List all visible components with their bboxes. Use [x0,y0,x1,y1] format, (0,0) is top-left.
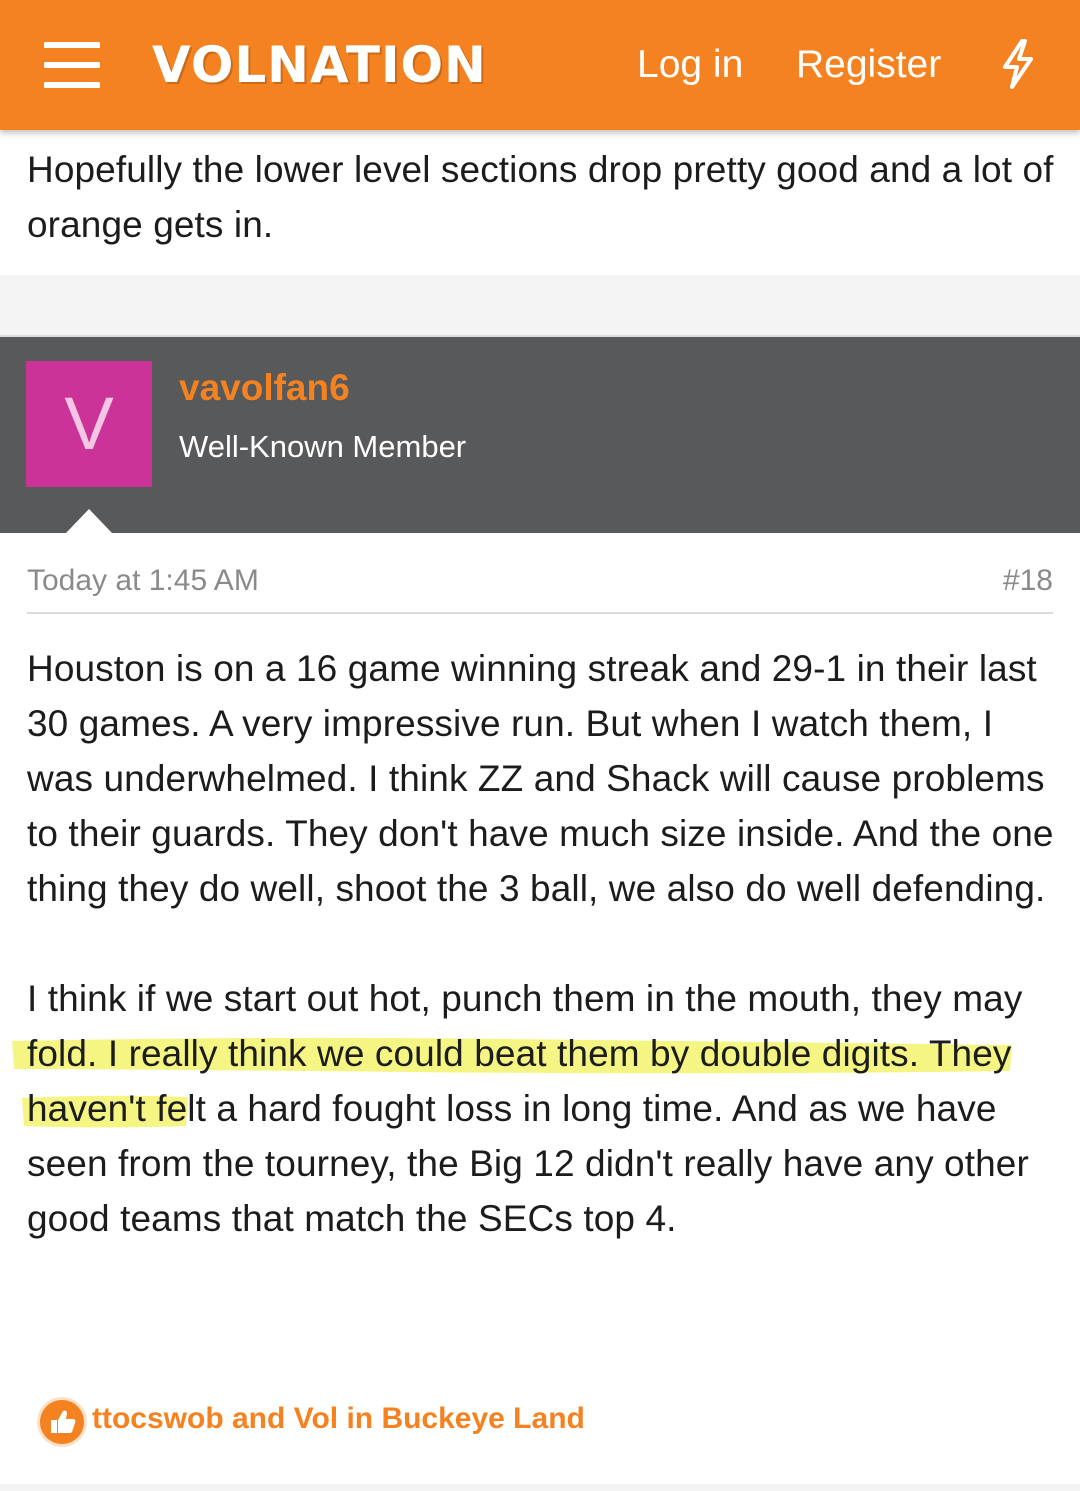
like-thumbs-up-icon [40,1400,84,1444]
post-number-link[interactable]: #18 [1003,564,1053,598]
page: VOLNATION Log in Register Hopefully the … [0,0,1080,1491]
post-date-link[interactable]: Today at 1:45 AM [27,564,259,598]
post-user-bar: V vavolfan6 Well-Known Member [0,337,1080,533]
register-link[interactable]: Register [796,40,941,90]
top-navigation-bar: VOLNATION Log in Register [0,0,1080,130]
hamburger-menu-icon[interactable] [44,42,100,88]
post-paragraph: I think if we start out hot, punch them … [27,978,1029,1239]
post-meta: Today at 1:45 AM #18 [27,560,1053,614]
previous-post-tail: Hopefully the lower level sections drop … [0,130,1080,275]
reaction-users-link[interactable]: ttocswob and Vol in Buckeye Land [92,1402,585,1436]
username-link[interactable]: vavolfan6 [179,367,350,409]
site-logo[interactable]: VOLNATION [152,34,487,96]
login-link[interactable]: Log in [637,40,743,90]
avatar[interactable]: V [26,361,152,487]
post-body: Houston is on a 16 game winning streak a… [27,641,1067,1246]
lightning-bolt-icon[interactable] [998,38,1038,90]
previous-post-text: Hopefully the lower level sections drop … [27,149,1054,245]
user-bar-pointer [66,509,112,533]
post-bottom-divider [0,1484,1080,1491]
post-paragraph: Houston is on a 16 game winning streak a… [27,648,1054,909]
post-separator [0,275,1080,337]
user-title: Well-Known Member [179,429,467,464]
